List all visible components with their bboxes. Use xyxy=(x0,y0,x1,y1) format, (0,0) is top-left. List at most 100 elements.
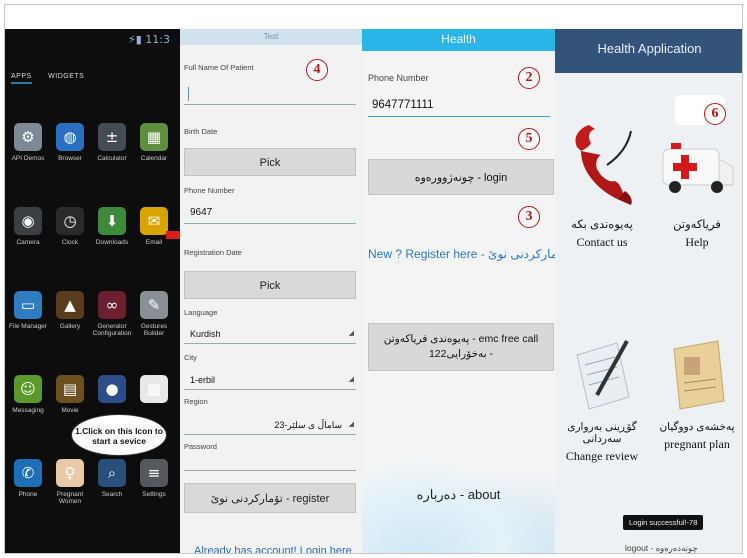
login-button[interactable]: چونەژوورەوە - login xyxy=(368,159,554,195)
app-label: Gestures Builder xyxy=(140,323,168,338)
app-label: Messaging xyxy=(12,407,44,414)
app-icon-api-demos[interactable]: ⚙ API Demos xyxy=(7,123,49,162)
full-name-label: Full Name Of Patient xyxy=(184,63,254,72)
language-label: Language xyxy=(184,308,218,317)
app-icon-pregnant-women[interactable]: ♀ Pregnant Women xyxy=(49,459,91,505)
app-label: Generator Configuration xyxy=(92,323,132,338)
phone-number-input[interactable]: 9647 xyxy=(184,202,356,224)
app-icon-search[interactable]: ⌕ Search xyxy=(91,459,133,498)
app-icon-file-manager[interactable]: ▭ File Manager xyxy=(7,291,49,330)
app-glyph-icon: ▭ xyxy=(14,291,42,319)
phone-number-label: Phone Number xyxy=(184,186,235,195)
app-label: Browser xyxy=(58,155,82,162)
app-icon-gestures-builder[interactable]: ✎ Gestures Builder xyxy=(133,291,175,337)
app-icon-settings[interactable]: ≡ Settings xyxy=(133,459,175,498)
app-icon-camera[interactable]: ◉ Camera xyxy=(7,207,49,246)
tab-apps[interactable]: APPS xyxy=(11,73,32,84)
app-icon-calculator[interactable]: ± Calculator xyxy=(91,123,133,162)
register-button[interactable]: تۆمارکردنی نوێ - register xyxy=(184,483,356,513)
app-glyph-icon: ⚙ xyxy=(14,123,42,151)
app-label: Gallery xyxy=(59,323,81,330)
emergency-call-button[interactable]: پەیوەندی فریاکەوتن - emc free call 122بە… xyxy=(368,323,554,371)
region-label: Region xyxy=(184,397,208,406)
register-link[interactable]: New ? Register here - تۆمارکردنی نوێ xyxy=(368,247,555,261)
app-icon-generator-configuration[interactable]: ∞ Generator Configuration xyxy=(91,291,133,337)
app-glyph-icon: ✎ xyxy=(140,291,168,319)
pregnant-plan-tile[interactable]: پەخشەی دووگیان pregnant plan xyxy=(650,335,742,452)
app-glyph-icon: ▦ xyxy=(140,123,168,151)
contact-us-tile[interactable]: پەیوەندی بکە Contact us xyxy=(555,121,649,250)
pregnant-plan-label: pregnant plan xyxy=(664,437,730,451)
phone-number-input[interactable]: 9647771111 xyxy=(368,93,550,117)
language-select[interactable]: Kurdish xyxy=(184,323,356,344)
app-icon-gallery[interactable]: ▲ Gallery xyxy=(49,291,91,330)
phone-number-label: Phone Number xyxy=(368,73,429,83)
app-icon-messaging[interactable]: ☺ Messaging xyxy=(7,375,49,414)
app-icon-clock[interactable]: ◷ Clock xyxy=(49,207,91,246)
app-icon-browser[interactable]: ◍ Browser xyxy=(49,123,91,162)
city-select[interactable]: 1-erbil xyxy=(184,369,356,390)
app-label: Movie xyxy=(61,407,79,414)
birth-date-label: Birth Date xyxy=(184,127,218,136)
app-glyph-icon: ▦ xyxy=(140,375,168,403)
pregnant-plan-kurdish-label: پەخشەی دووگیان xyxy=(659,421,735,433)
step-badge-2: 2 xyxy=(518,67,540,89)
change-review-tile[interactable]: گۆڕینی بەرواری سەردانی Change review xyxy=(555,335,649,464)
app-title: Health Application xyxy=(555,29,742,73)
login-toast: Login successful!-78 xyxy=(623,515,704,530)
step-badge-4: 4 xyxy=(306,59,328,81)
cloud-background xyxy=(362,455,555,553)
tab-widgets[interactable]: WIDGETS xyxy=(48,73,84,80)
instruction-callout: 1.Click on this Icon to start a sevice xyxy=(71,414,167,456)
change-review-kurdish-label: گۆڕینی بەرواری سەردانی xyxy=(567,421,637,445)
password-input[interactable] xyxy=(184,449,356,471)
app-glyph-icon: ⌕ xyxy=(98,459,126,487)
login-screen: Health Phone Number 2 9647771111 5 چونەژ… xyxy=(362,29,555,553)
app-icon-unnamed-15[interactable]: ▦ xyxy=(133,375,175,407)
about-button[interactable]: دەربارە - about xyxy=(362,487,555,503)
app-icon-phone[interactable]: ✆ Phone xyxy=(7,459,49,498)
screenshot-collage: ⚡▮ 11:3 APPS WIDGETS ⚙ API Demos ◍ Browser ±… xyxy=(4,4,743,554)
app-glyph-icon: ◷ xyxy=(56,207,84,235)
phone-icon xyxy=(567,121,637,205)
step-badge-3: 3 xyxy=(518,206,540,228)
form-pen-icon xyxy=(567,335,637,410)
app-icon-movie[interactable]: ▤ Movie xyxy=(49,375,91,414)
app-glyph-icon: ▤ xyxy=(56,375,84,403)
login-link[interactable]: Already has account! Login here xyxy=(194,545,352,553)
app-glyph-icon: ✆ xyxy=(14,459,42,487)
app-label: API Demos xyxy=(11,155,45,162)
home-screen: Health Application 6 پەیوەندی بکە Contac… xyxy=(555,29,742,553)
text-cursor xyxy=(188,87,189,101)
launcher-tabs: APPS WIDGETS xyxy=(11,73,98,84)
app-label: Calendar xyxy=(140,155,168,162)
app-label: Calculator xyxy=(97,155,127,162)
help-tile[interactable]: فریاکەوتن Help xyxy=(650,131,742,250)
app-glyph-icon: ☺ xyxy=(14,375,42,403)
ambulance-icon xyxy=(662,131,734,203)
app-label: Phone xyxy=(18,491,38,498)
medical-folder-icon xyxy=(662,335,732,410)
contact-us-kurdish-label: پەیوەندی بکە xyxy=(571,219,633,231)
app-label: Downloads xyxy=(95,239,129,246)
app-icon-unnamed-14[interactable]: ● xyxy=(91,375,133,407)
app-label: Search xyxy=(101,491,123,498)
app-glyph-icon: ∞ xyxy=(98,291,126,319)
logout-link[interactable]: logout - چونەدەرەوە xyxy=(625,543,698,553)
help-label: Help xyxy=(685,235,709,249)
app-label: File Manager xyxy=(9,323,47,330)
app-label: Settings xyxy=(142,491,166,498)
app-icon-downloads[interactable]: ⬇ Downloads xyxy=(91,207,133,246)
region-select[interactable]: 23-ساماڵ ی سلێر xyxy=(184,414,356,435)
app-glyph-icon: ▲ xyxy=(56,291,84,319)
registration-date-label: Registration Date xyxy=(184,248,242,257)
app-icon-calendar[interactable]: ▦ Calendar xyxy=(133,123,175,162)
birth-date-pick-button[interactable]: Pick xyxy=(184,148,356,176)
full-name-input[interactable] xyxy=(184,83,356,105)
app-glyph-icon: ◉ xyxy=(14,207,42,235)
app-glyph-icon: ♀ xyxy=(56,459,84,487)
app-glyph-icon: ◍ xyxy=(56,123,84,151)
registration-date-pick-button[interactable]: Pick xyxy=(184,271,356,299)
app-glyph-icon: ± xyxy=(98,123,126,151)
app-glyph-icon: ● xyxy=(98,375,126,403)
